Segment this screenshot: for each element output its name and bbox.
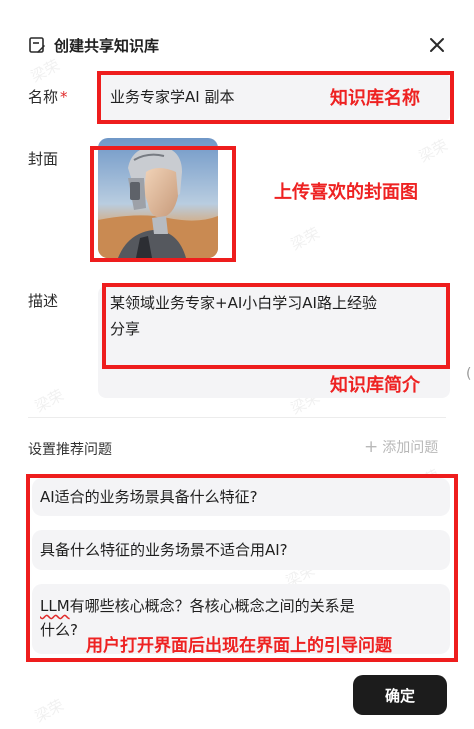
name-label: 名称 * [28, 86, 68, 107]
question-item[interactable]: 具备什么特征的业务场景不适合用AI? [32, 530, 450, 570]
suggested-questions-label: 设置推荐问题 [28, 442, 112, 458]
question-text: AI适合的业务场景具备什么特征? [40, 488, 258, 506]
confirm-button[interactable]: 确定 [353, 675, 447, 715]
annotation-cover: 上传喜欢的封面图 [274, 182, 418, 203]
add-question-label: 添加问题 [382, 440, 439, 456]
edit-document-icon [29, 37, 45, 53]
annotation-description: 知识库简介 [330, 375, 420, 396]
close-button[interactable] [426, 34, 448, 56]
edge-mark: ( [466, 366, 472, 382]
divider [28, 417, 446, 418]
cover-picture [98, 138, 218, 258]
cover-label: 封面 [28, 150, 59, 168]
question-text: 有哪些核心概念？各核心概念之间的关系是 [69, 597, 355, 615]
cover-image[interactable] [98, 138, 218, 258]
annotation-name: 知识库名称 [330, 88, 420, 109]
dialog-title: 创建共享知识库 [54, 36, 160, 55]
required-mark: * [60, 88, 68, 106]
description-label: 描述 [28, 292, 59, 310]
name-label-text: 名称 [28, 88, 59, 106]
description-line: 某领域业务专家+AI小白学习AI路上经验 [110, 294, 377, 312]
description-line: 分享 [110, 320, 141, 338]
spellcheck-word: LLM [40, 597, 70, 615]
dialog-header: 创建共享知识库 [28, 34, 159, 56]
annotation-questions: 用户打开界面后出现在界面上的引导问题 [86, 636, 392, 656]
close-icon[interactable] [429, 37, 445, 53]
add-question-button[interactable]: + 添加问题 [364, 437, 438, 457]
plus-icon: + [364, 437, 379, 457]
question-item[interactable]: AI适合的业务场景具备什么特征? [32, 478, 450, 516]
question-text: 具备什么特征的业务场景不适合用AI? [40, 541, 288, 559]
